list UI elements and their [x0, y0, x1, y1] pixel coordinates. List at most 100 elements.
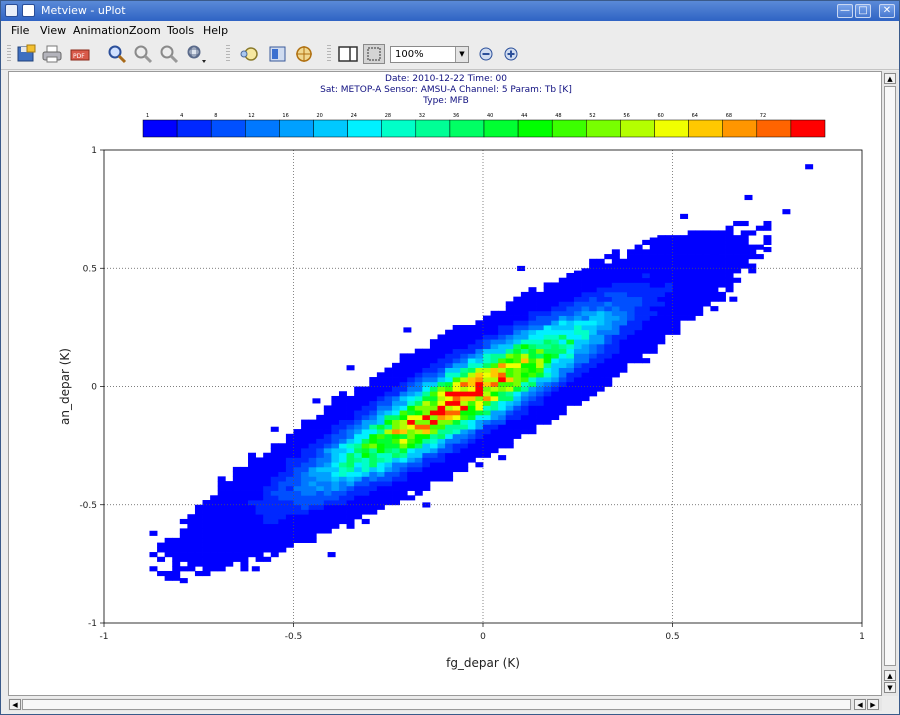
heatmap-cell	[354, 410, 363, 416]
window-pin-icon[interactable]	[22, 4, 35, 17]
outlier-cell	[782, 209, 791, 215]
export-icon[interactable]: PDF	[69, 44, 91, 64]
heatmap-cell	[634, 348, 643, 354]
heatmap-cell	[202, 514, 211, 520]
toolbar-grip-3[interactable]	[327, 45, 331, 63]
heatmap-cell	[664, 244, 673, 250]
heatmap-cell	[619, 268, 628, 274]
menu-view[interactable]: View	[40, 24, 66, 37]
zoom-level-select[interactable]: 100% ▼	[390, 46, 469, 63]
heatmap-cell	[619, 320, 628, 326]
heatmap-cell	[369, 391, 378, 397]
frame-select-icon[interactable]	[363, 44, 385, 64]
zoom-menu-icon[interactable]	[185, 44, 207, 64]
zoom-out-icon[interactable]	[132, 44, 154, 64]
window-title: Metview - uPlot	[41, 4, 126, 17]
heatmap-cell	[505, 325, 514, 331]
heatmap-cell	[354, 391, 363, 397]
heatmap-cell	[422, 438, 431, 444]
layer-icon[interactable]	[267, 44, 289, 64]
minus-circle-icon[interactable]	[475, 44, 497, 64]
maximize-icon[interactable]: □	[855, 4, 871, 18]
save-icon[interactable]	[15, 44, 37, 64]
heatmap-cell	[475, 362, 484, 368]
sidebar-toggle-icon[interactable]	[337, 44, 359, 64]
heatmap-cell	[763, 239, 772, 245]
heatmap-cell	[710, 291, 719, 298]
print-icon[interactable]	[41, 44, 63, 64]
menu-animation[interactable]: Animation	[73, 24, 129, 37]
magnifier-icon[interactable]	[239, 44, 261, 64]
heatmap-cell	[589, 272, 598, 279]
crosshair-icon[interactable]	[293, 44, 315, 64]
heatmap-cell	[475, 386, 484, 392]
heatmap-cell	[490, 315, 499, 321]
heatmap-cell	[528, 343, 537, 350]
scroll-up-icon[interactable]: ▲	[884, 73, 896, 84]
heatmap-cell	[338, 500, 347, 506]
chevron-down-icon[interactable]: ▼	[455, 47, 468, 62]
heatmap-cell	[429, 367, 438, 373]
heatmap-cell	[308, 429, 317, 435]
close-icon[interactable]: ✕	[879, 4, 895, 18]
heatmap-cell	[263, 504, 272, 510]
heatmap-cell	[407, 358, 416, 364]
heatmap-cell	[460, 348, 469, 354]
scroll-up-icon-2[interactable]: ▲	[884, 670, 896, 681]
menu-zoom[interactable]: Zoom	[129, 24, 161, 37]
heatmap-cell	[437, 457, 446, 463]
heatmap-cell	[710, 230, 719, 236]
heatmap-cell	[376, 419, 385, 425]
scroll-left-icon[interactable]: ◀	[9, 699, 21, 710]
heatmap-cell	[657, 296, 666, 302]
heatmap-cell	[672, 268, 681, 274]
heatmap-cell	[361, 490, 370, 496]
scroll-down-icon[interactable]: ▼	[884, 682, 896, 693]
plus-circle-icon[interactable]	[500, 44, 522, 64]
heatmap-cell	[483, 348, 491, 354]
scroll-left-icon-2[interactable]: ◀	[854, 699, 866, 710]
heatmap-cell	[543, 348, 552, 354]
heatmap-cell	[407, 485, 416, 491]
menu-file[interactable]: File	[11, 24, 29, 37]
heatmap-cell	[483, 362, 491, 368]
heatmap-cell	[467, 362, 476, 368]
horizontal-scrollbar[interactable]: ◀ ◀ ▶	[8, 698, 882, 711]
menu-help[interactable]: Help	[203, 24, 228, 37]
horizontal-scroll-thumb[interactable]	[22, 699, 851, 710]
minimize-icon[interactable]: —	[837, 4, 853, 18]
heatmap-cell	[740, 220, 749, 227]
heatmap-cell	[210, 514, 219, 520]
heatmap-cell	[361, 500, 370, 506]
heatmap-cell	[445, 424, 454, 430]
vertical-scroll-thumb[interactable]	[884, 86, 896, 666]
heatmap-cell	[301, 419, 310, 425]
scroll-right-icon[interactable]: ▶	[867, 699, 879, 710]
heatmap-cell	[467, 395, 476, 402]
heatmap-cell	[634, 339, 643, 345]
heatmap-cell	[733, 220, 742, 227]
heatmap-cell	[513, 320, 522, 326]
heatmap-cell	[422, 429, 431, 435]
heatmap-cell	[354, 447, 363, 454]
vertical-scrollbar[interactable]: ▲ ▲ ▼	[882, 71, 898, 696]
toolbar-grip[interactable]	[7, 45, 11, 63]
heatmap-cell	[445, 391, 454, 397]
menu-tools[interactable]: Tools	[167, 24, 194, 37]
heatmap-cell	[369, 500, 378, 506]
heatmap-cell	[536, 410, 545, 416]
heatmap-cell	[437, 362, 446, 368]
heatmap-cell	[255, 528, 264, 534]
heatmap-cell	[657, 301, 666, 307]
plot-canvas[interactable]: Date: 2010-12-22 Time: 00 Sat: METOP-A S…	[8, 71, 882, 696]
heatmap-cell	[672, 306, 681, 312]
zoom-icon[interactable]	[106, 44, 128, 64]
heatmap-cell	[445, 400, 454, 406]
heatmap-cell	[399, 386, 408, 392]
heatmap-cell	[172, 561, 181, 567]
toolbar-grip-2[interactable]	[226, 45, 230, 63]
app-menu-icon[interactable]	[5, 4, 18, 17]
heatmap-cell	[452, 443, 461, 449]
zoom-reset-icon[interactable]	[158, 44, 180, 64]
heatmap-cell	[695, 263, 704, 269]
